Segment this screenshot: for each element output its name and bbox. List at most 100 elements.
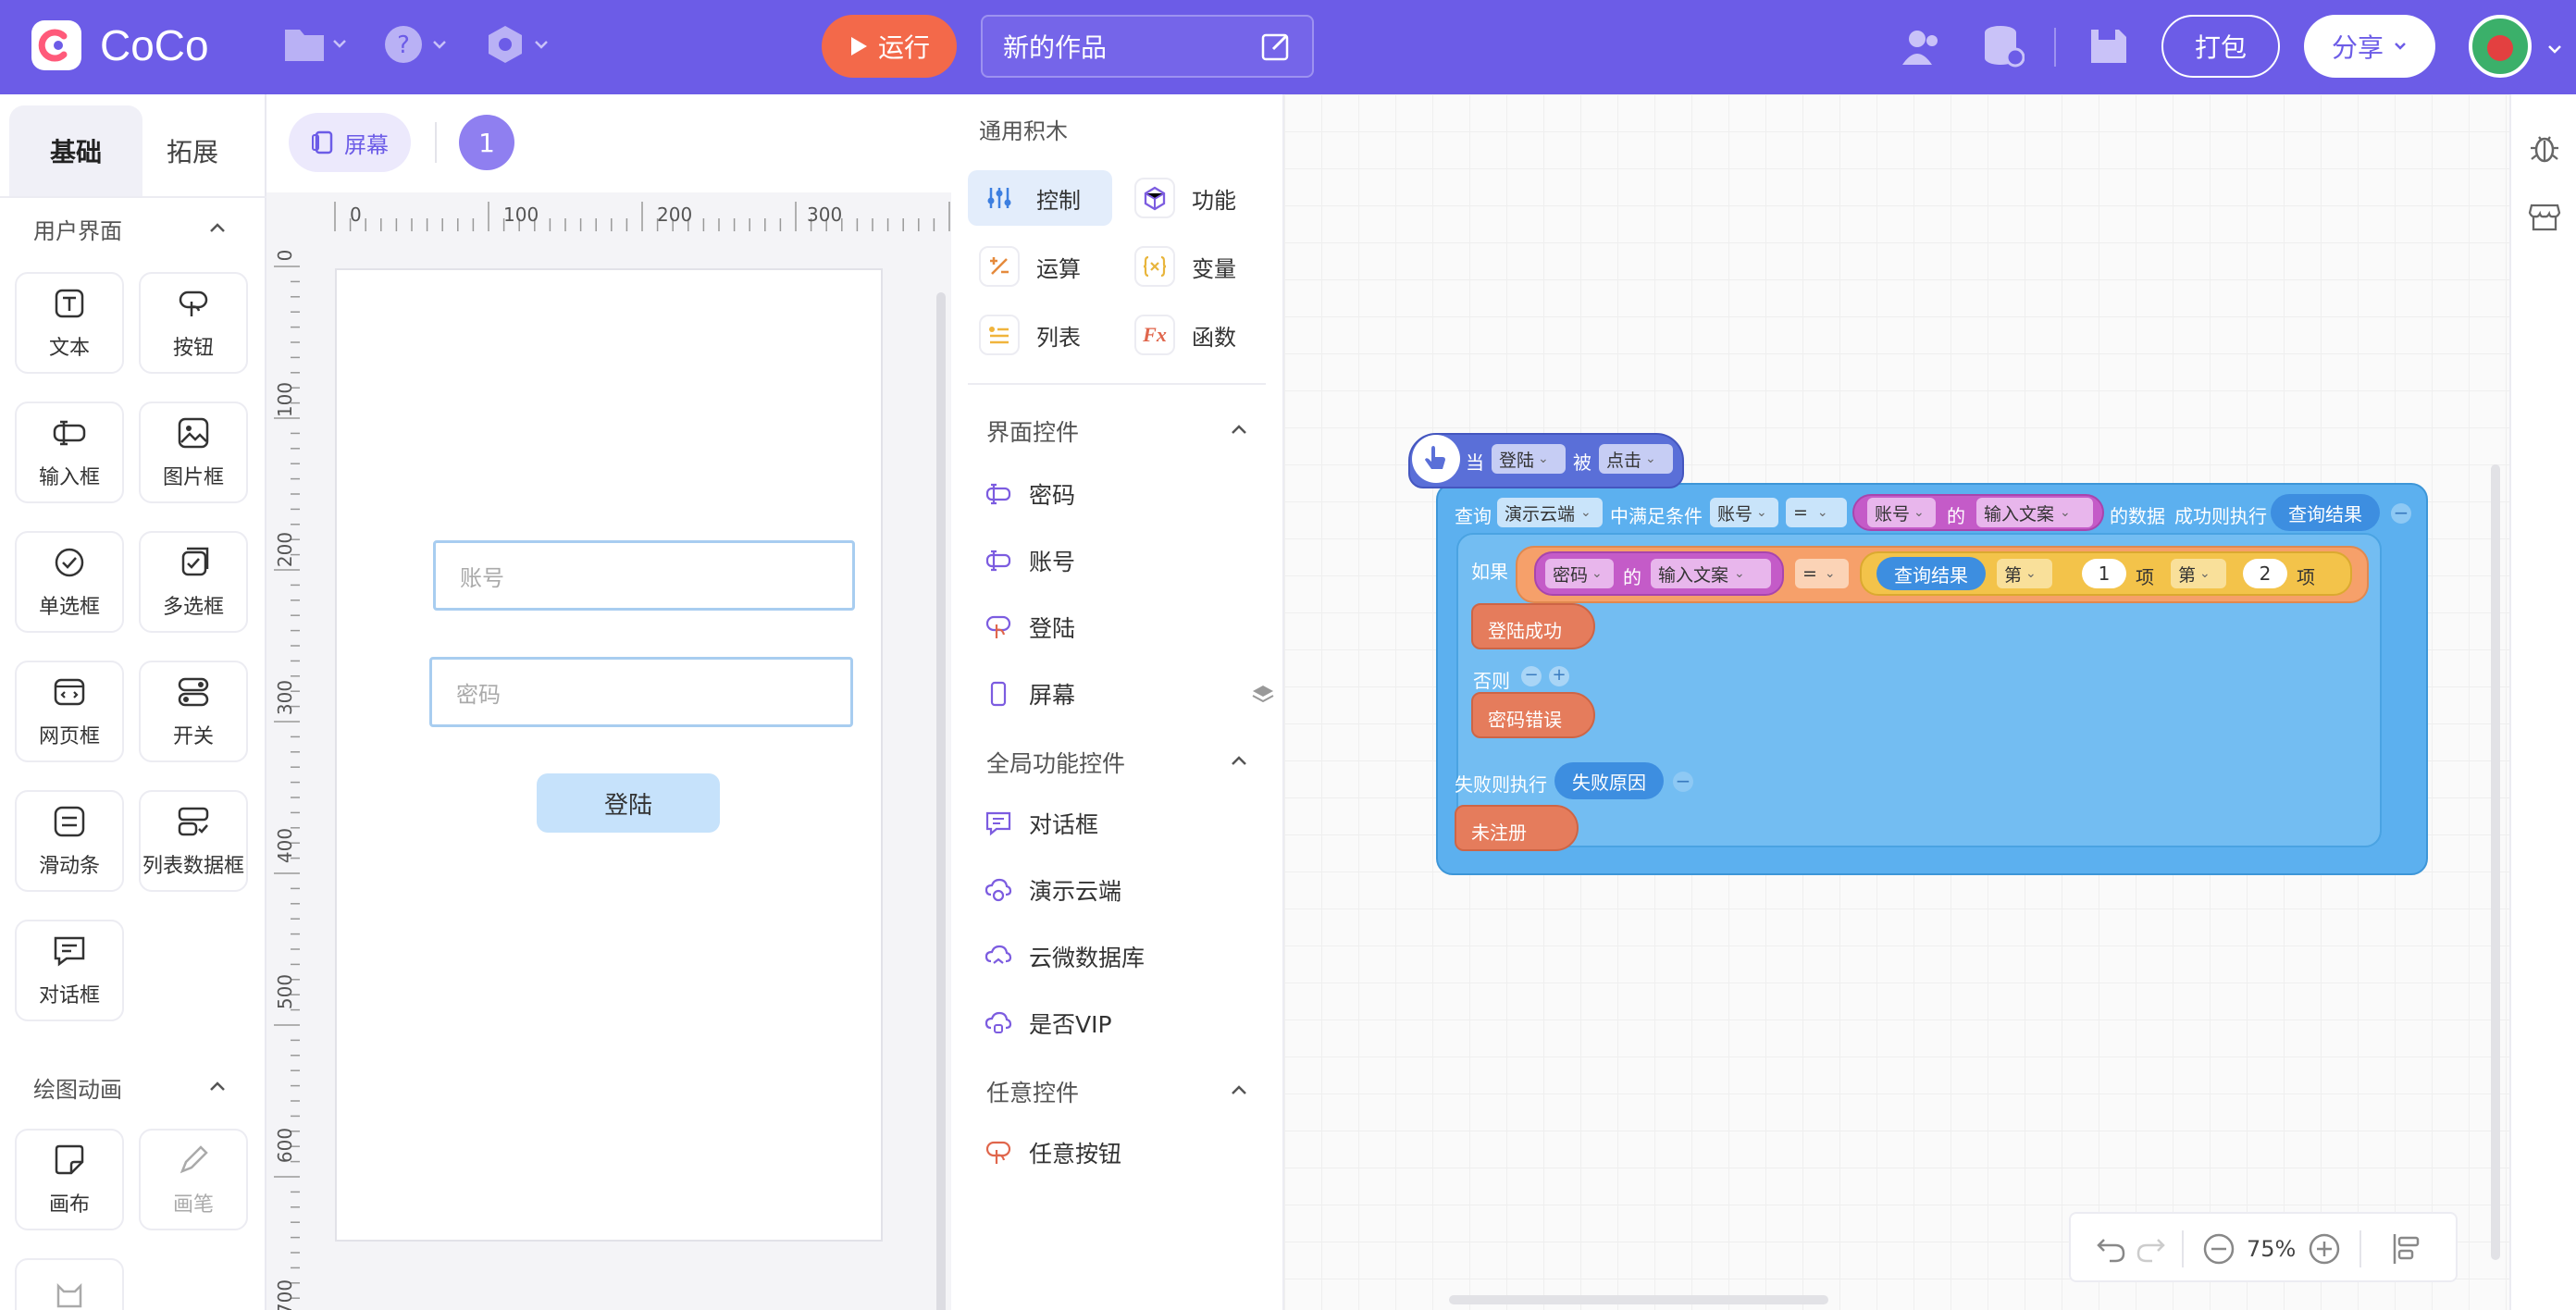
password-input[interactable]: 密码	[429, 657, 853, 727]
query-field-dropdown[interactable]: 账号 ⌄	[1710, 498, 1778, 527]
chevron-up-icon[interactable]	[1229, 1081, 1249, 1101]
control-cloud-db[interactable]: 云微数据库	[985, 931, 1145, 982]
if-obj-dropdown[interactable]: 密码 ⌄	[1545, 559, 1614, 588]
event-target-dropdown[interactable]: 登陆 ⌄	[1492, 444, 1566, 474]
ruler-x-label-300: 300	[807, 204, 843, 226]
component-webview[interactable]: 网页框	[15, 661, 124, 762]
ruler-y-label: 600	[274, 1127, 296, 1164]
layers-icon[interactable]	[1251, 684, 1275, 704]
cloud-icon	[985, 1011, 1012, 1033]
component-switch[interactable]: 开关	[139, 661, 248, 762]
component-checkbox[interactable]: 多选框	[139, 531, 248, 633]
component-dialog[interactable]: 对话框	[15, 920, 124, 1021]
component-image[interactable]: 图片框	[139, 402, 248, 503]
phone-screen[interactable]: 账号 密码 登陆	[335, 268, 883, 1242]
category-function[interactable]: 功能	[1134, 172, 1236, 224]
category-control[interactable]: 控制	[968, 170, 1112, 226]
chevron-up-icon[interactable]	[207, 1077, 228, 1097]
else-remove-button[interactable]: −	[1521, 666, 1542, 686]
query-obj-dropdown[interactable]: 账号 ⌄	[1867, 498, 1936, 527]
tab-basic-label: 基础	[49, 137, 102, 167]
control-demo-cloud[interactable]: 演示云端	[985, 864, 1121, 916]
tab-basic[interactable]: 基础	[9, 105, 142, 196]
query-prop-dropdown[interactable]: 输入文案 ⌄	[1976, 498, 2093, 527]
chevron-up-icon[interactable]	[1229, 751, 1249, 772]
chevron-down-icon[interactable]	[2546, 41, 2563, 57]
category-list[interactable]: 列表	[979, 309, 1081, 361]
component-radio[interactable]: 单选框	[15, 531, 124, 633]
share-button[interactable]: 分享	[2304, 15, 2435, 78]
if-result: 查询结果	[1894, 563, 1968, 587]
category-operator[interactable]: 运算	[979, 241, 1081, 292]
component-list-data[interactable]: 列表数据框	[139, 790, 248, 892]
ui-controls-title: 界面控件	[986, 419, 1080, 446]
list-icon	[979, 315, 1020, 355]
workspace-vertical-scrollbar[interactable]	[2491, 464, 2500, 1260]
bug-icon[interactable]	[2528, 130, 2561, 165]
control-login[interactable]: 登陆	[985, 601, 1075, 653]
control-screen[interactable]: 屏幕	[985, 668, 1274, 720]
component-pen[interactable]: 画笔	[139, 1129, 248, 1230]
collaborators-icon[interactable]	[1901, 28, 1943, 67]
component-canvas[interactable]: 画布	[15, 1129, 124, 1230]
pack-button[interactable]: 打包	[2161, 15, 2280, 78]
control-any-button[interactable]: 任意按钮	[985, 1127, 1121, 1179]
zoom-out-icon[interactable]	[2202, 1232, 2235, 1266]
component-input[interactable]: 输入框	[15, 402, 124, 503]
category-fx[interactable]: Fx 函数	[1134, 309, 1236, 361]
component-panel: 基础 拓展 用户界面 文本 按钮 输入框 图片框 单选框 多选框 网页框 开关 …	[0, 94, 266, 1310]
screen-number-button[interactable]: 1	[459, 115, 514, 170]
chevron-up-icon[interactable]	[1229, 420, 1249, 440]
fail-collapse-button[interactable]: −	[1673, 772, 1693, 792]
save-icon[interactable]	[2087, 26, 2128, 67]
if-nth1-dropdown[interactable]: 第 ⌄	[1997, 559, 2052, 588]
else-add-button[interactable]: +	[1549, 666, 1569, 686]
login-button[interactable]: 登陆	[537, 773, 720, 833]
settings-menu[interactable]	[485, 24, 550, 65]
screen-scrollbar[interactable]	[936, 292, 946, 1310]
control-is-vip[interactable]: 是否VIP	[985, 997, 1112, 1049]
category-variable[interactable]: 变量	[1134, 241, 1236, 292]
if-index1-input[interactable]: 1	[2082, 559, 2126, 588]
store-icon[interactable]	[2528, 202, 2561, 233]
database-icon[interactable]	[1982, 24, 2025, 68]
workspace-horizontal-scrollbar[interactable]	[1449, 1295, 1828, 1304]
if-nth2-dropdown[interactable]: 第 ⌄	[2171, 559, 2226, 588]
collapse-minus-button[interactable]: −	[2391, 503, 2411, 524]
if-index2-input[interactable]: 2	[2243, 559, 2287, 588]
query-source-dropdown[interactable]: 演示云端 ⌄	[1497, 498, 1603, 527]
help-menu[interactable]: ?	[383, 24, 448, 65]
run-button[interactable]: 运行	[822, 15, 957, 78]
hand-pointer-icon	[1412, 435, 1460, 483]
if-result-param[interactable]: 查询结果	[1876, 557, 1986, 590]
redo-icon[interactable]	[2134, 1234, 2167, 1264]
align-blocks-icon[interactable]	[2391, 1232, 2422, 1266]
account-input[interactable]: 账号	[433, 540, 855, 611]
component-sprite[interactable]	[15, 1258, 124, 1310]
control-password[interactable]: 密码	[985, 468, 1075, 520]
component-slider[interactable]: 滑动条	[15, 790, 124, 892]
if-prop-dropdown[interactable]: 输入文案 ⌄	[1651, 559, 1771, 588]
file-menu[interactable]	[283, 24, 348, 63]
block-workspace[interactable]: 当 登陆 ⌄ 被 点击 ⌄ 查询 演示云端 ⌄ 中满足条件 账号 ⌄ = ⌄ 账号 ⌄ 的 …	[1284, 94, 2509, 1310]
edit-icon[interactable]	[1260, 31, 1292, 62]
tab-extension[interactable]: 拓展	[126, 105, 259, 196]
app-logo[interactable]: CoCo	[31, 20, 209, 70]
control-label: 密码	[1029, 482, 1076, 509]
control-dialog[interactable]: 对话框	[985, 797, 1098, 849]
if-op-dropdown[interactable]: = ⌄	[1795, 559, 1849, 588]
event-action-dropdown[interactable]: 点击 ⌄	[1599, 444, 1673, 474]
component-button[interactable]: 按钮	[139, 272, 248, 374]
control-account[interactable]: 账号	[985, 535, 1075, 587]
query-result-param[interactable]: 查询结果	[2271, 494, 2380, 531]
zoom-in-icon[interactable]	[2308, 1232, 2341, 1266]
chevron-up-icon[interactable]	[207, 218, 228, 239]
undo-icon[interactable]	[2095, 1234, 2128, 1264]
component-text[interactable]: 文本	[15, 272, 124, 374]
screen-tab[interactable]: 屏幕	[289, 113, 411, 172]
fail-reason-param[interactable]: 失败原因	[1554, 762, 1664, 799]
avatar[interactable]	[2469, 15, 2532, 78]
query-op-dropdown[interactable]: = ⌄	[1786, 498, 1847, 527]
project-title-field[interactable]: 新的作品	[981, 15, 1314, 78]
global-controls-title: 全局功能控件	[986, 750, 1126, 777]
